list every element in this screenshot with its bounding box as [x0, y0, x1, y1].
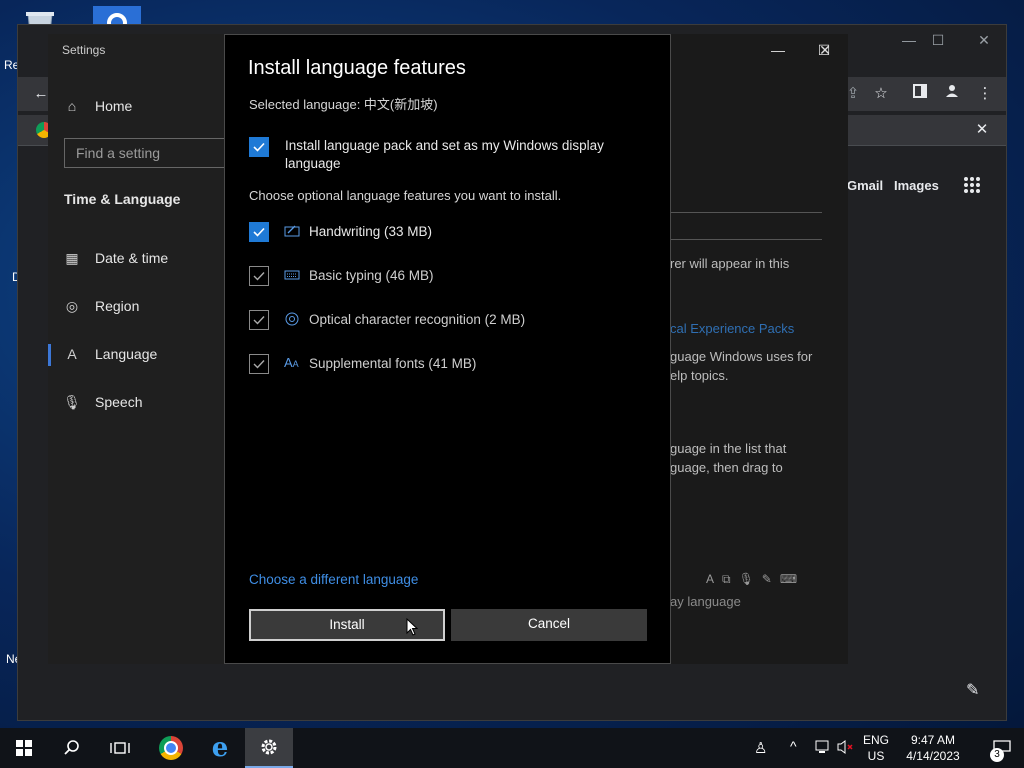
settings-search-input[interactable]: Find a setting: [64, 138, 234, 168]
chrome-icon: [159, 736, 183, 760]
checkmark-icon: [253, 227, 265, 237]
content-text: guage Windows uses for: [670, 349, 813, 364]
internet-explorer-icon: e: [211, 733, 229, 763]
feature-label: Basic typing (46 MB): [309, 268, 434, 283]
settings-content: — ☐ rer will appear in this cal Experien…: [670, 34, 848, 664]
nav-item-label: Date & time: [95, 250, 169, 266]
gear-icon: [261, 739, 277, 755]
nav-language[interactable]: A Language: [64, 342, 157, 366]
task-view-button[interactable]: [96, 728, 144, 768]
nav-date-time[interactable]: ▦ Date & time: [64, 246, 168, 270]
lang-top-text: ENG: [862, 733, 889, 747]
settings-close-button[interactable]: ✕: [802, 36, 848, 64]
side-panel-icon[interactable]: [907, 81, 933, 107]
nav-item-label: Speech: [95, 394, 143, 410]
ie-taskbar-button[interactable]: e: [196, 728, 244, 768]
infobar-close-icon[interactable]: ✕: [969, 117, 995, 143]
content-text: rer will appear in this: [670, 256, 790, 271]
nav-home[interactable]: ⌂ Home: [64, 94, 133, 118]
volume-muted-icon[interactable]: [837, 739, 855, 760]
lang-bottom-text: US: [867, 749, 885, 763]
search-button[interactable]: [48, 728, 96, 768]
handwriting-icon: [284, 223, 300, 239]
font-icon: AA: [284, 355, 299, 370]
clock-date: 4/14/2023: [906, 749, 960, 763]
choose-different-language-link[interactable]: Choose a different language: [249, 572, 418, 587]
search-icon: [64, 740, 79, 755]
chrome-close-button[interactable]: ✕: [961, 29, 1007, 51]
install-language-pack-checkbox[interactable]: [249, 137, 269, 157]
tray-expand-icon[interactable]: ^: [790, 738, 797, 754]
home-icon: ⌂: [67, 98, 77, 114]
selected-language-text: Selected language: 中文(新加坡): [249, 97, 438, 112]
network-icon[interactable]: [815, 739, 831, 760]
action-center-button[interactable]: 3: [980, 728, 1024, 768]
checkmark-icon: [253, 316, 265, 325]
people-icon[interactable]: ♙: [754, 739, 767, 757]
cancel-button[interactable]: Cancel: [451, 609, 647, 641]
clock[interactable]: 9:47 AM 4/14/2023: [896, 732, 970, 764]
content-text: guage, then drag to: [670, 460, 783, 475]
content-text: ay language: [670, 594, 741, 609]
gmail-link[interactable]: Gmail: [847, 178, 883, 193]
notification-count-badge: 3: [990, 748, 1004, 762]
edit-pencil-icon[interactable]: ✎: [966, 680, 979, 700]
ocr-checkbox[interactable]: [249, 310, 269, 330]
local-experience-packs-link[interactable]: cal Experience Packs: [670, 319, 794, 338]
minimize-button[interactable]: —: [755, 36, 801, 64]
mouse-cursor-icon: [406, 617, 419, 641]
chrome-maximize-button[interactable]: ☐: [915, 29, 961, 51]
content-text: elp topics.: [670, 368, 729, 383]
install-language-pack-label: Install language pack and set as my Wind…: [285, 138, 604, 171]
content-text: guage in the list that: [670, 441, 787, 456]
menu-dots-icon[interactable]: ⋮: [972, 81, 998, 107]
nav-home-label: Home: [95, 98, 133, 114]
nav-item-label: Language: [95, 346, 158, 362]
language-feature-icons: A⧉🎙✎⌨: [706, 572, 806, 586]
clock-time: 9:47 AM: [910, 733, 956, 747]
settings-title: Settings: [62, 43, 106, 57]
feature-label: Supplemental fonts (41 MB): [309, 356, 477, 371]
feature-label: Handwriting (33 MB): [309, 224, 433, 239]
nav-item-label: Region: [95, 298, 140, 314]
optional-features-heading: Choose optional language features you wa…: [249, 188, 562, 203]
bookmark-star-icon[interactable]: ☆: [868, 81, 894, 107]
microphone-icon: 🎙: [63, 393, 81, 410]
language-icon: A: [67, 346, 77, 362]
handwriting-checkbox[interactable]: [249, 222, 269, 242]
nav-speech[interactable]: 🎙 Speech: [63, 390, 143, 414]
windows-logo-icon: [16, 740, 32, 756]
settings-sidebar: Settings ⌂ Home Time & Language ▦ Date &…: [48, 34, 224, 664]
nav-region[interactable]: ◎ Region: [64, 294, 139, 318]
nav-section-heading: Time & Language: [64, 191, 181, 207]
install-language-dialog: Install language features Selected langu…: [224, 34, 671, 664]
ocr-icon: [284, 311, 300, 327]
profile-icon[interactable]: [939, 81, 965, 107]
checkmark-icon: [253, 360, 265, 369]
checkmark-icon: [253, 142, 265, 152]
dialog-title: Install language features: [248, 57, 466, 79]
images-link[interactable]: Images: [894, 178, 939, 193]
nav-selected-indicator: [48, 344, 51, 366]
chrome-taskbar-button[interactable]: [147, 728, 195, 768]
search-field-line: [670, 212, 822, 240]
input-language-indicator[interactable]: ENG US: [860, 732, 892, 764]
globe-icon: ◎: [65, 297, 79, 314]
start-button[interactable]: [0, 728, 48, 768]
task-view-icon: [110, 742, 130, 754]
keyboard-icon: [284, 267, 300, 283]
feature-label: Optical character recognition (2 MB): [309, 312, 526, 327]
settings-taskbar-button[interactable]: [245, 728, 293, 768]
apps-grid-icon[interactable]: [963, 176, 981, 194]
checkmark-icon: [253, 272, 265, 281]
supplemental-fonts-checkbox[interactable]: [249, 354, 269, 374]
calendar-clock-icon: ▦: [65, 249, 79, 266]
basic-typing-checkbox[interactable]: [249, 266, 269, 286]
taskbar: e ♙ ^ ENG US 9:47 AM 4/14/2023 3: [0, 728, 1024, 768]
